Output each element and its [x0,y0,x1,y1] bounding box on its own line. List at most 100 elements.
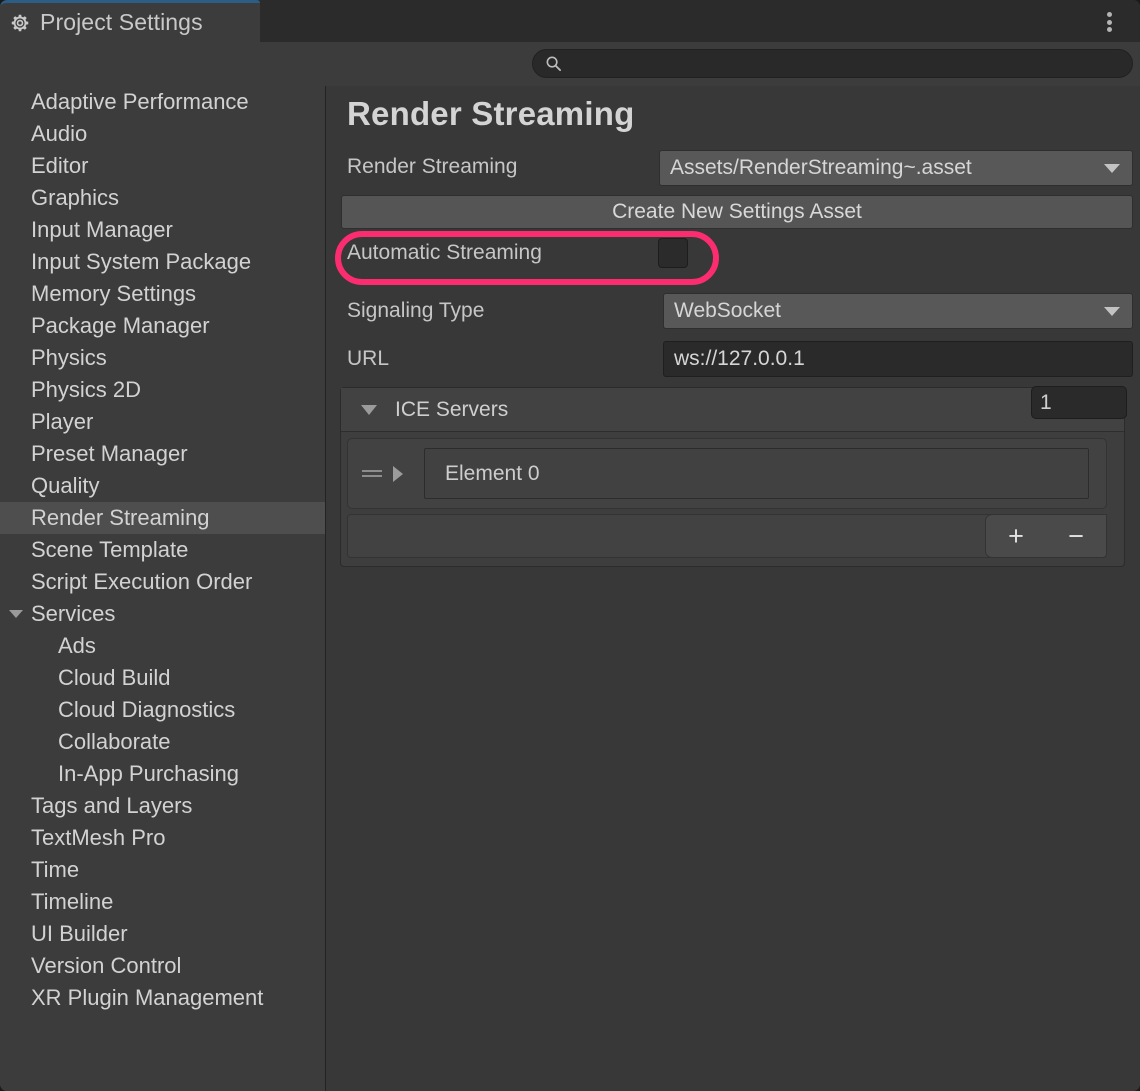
sidebar-item-cloud-build[interactable]: Cloud Build [0,662,325,694]
ice-servers-header[interactable]: ICE Servers [341,388,1124,432]
search-input[interactable] [569,55,1132,72]
sidebar-item-audio[interactable]: Audio [0,118,325,150]
sidebar-item-label: Package Manager [0,315,210,337]
sidebar-item-time[interactable]: Time [0,854,325,886]
sidebar-item-package-manager[interactable]: Package Manager [0,310,325,342]
sidebar-item-label: Input Manager [0,219,173,241]
kebab-dot [1107,20,1112,25]
sidebar-item-label: Adaptive Performance [0,91,249,113]
project-settings-window: Project Settings Adaptive Performance Aud… [0,0,1140,1091]
sidebar-item-graphics[interactable]: Graphics [0,182,325,214]
chevron-right-icon[interactable] [393,466,403,482]
sidebar-item-label: Graphics [0,187,119,209]
sidebar-item-memory-settings[interactable]: Memory Settings [0,278,325,310]
chevron-down-icon [1104,164,1120,173]
remove-element-button[interactable]: − [1068,523,1084,550]
tab-label: Project Settings [40,9,203,36]
automatic-streaming-checkbox[interactable] [658,238,688,268]
sidebar-item-xr-plugin-management[interactable]: XR Plugin Management [0,982,325,1014]
sidebar-item-version-control[interactable]: Version Control [0,950,325,982]
ice-servers-label: ICE Servers [395,398,508,422]
url-label: URL [347,347,389,371]
sidebar-item-label: Physics [0,347,107,369]
render-streaming-asset-row: Render Streaming Assets/RenderStreaming~… [327,148,1140,186]
create-new-settings-asset-button[interactable]: Create New Settings Asset [341,195,1133,229]
settings-content-panel: Render Streaming Render Streaming Assets… [327,86,1140,1091]
render-streaming-asset-label: Render Streaming [347,155,517,179]
sidebar-item-input-manager[interactable]: Input Manager [0,214,325,246]
url-input[interactable]: ws://127.0.0.1 [663,341,1133,377]
sidebar-item-label: Scene Template [0,539,188,561]
search-icon [545,55,562,72]
automatic-streaming-row: Automatic Streaming [327,234,1140,272]
ice-servers-body: Element 0 [347,438,1107,509]
render-streaming-asset-value: Assets/RenderStreaming~.asset [670,156,972,180]
gear-icon [9,12,31,34]
sidebar-item-label: Quality [0,475,99,497]
sidebar-item-collaborate[interactable]: Collaborate [0,726,325,758]
drag-handle-icon[interactable] [362,467,382,480]
sidebar-item-label: Audio [0,123,87,145]
sidebar-item-scene-template[interactable]: Scene Template [0,534,325,566]
tab-strip: Project Settings [0,0,1140,42]
sidebar-item-input-system-package[interactable]: Input System Package [0,246,325,278]
sidebar-item-label: Collaborate [0,731,171,753]
settings-sidebar[interactable]: Adaptive Performance Audio Editor Graphics I… [0,86,326,1091]
sidebar-item-ui-builder[interactable]: UI Builder [0,918,325,950]
signaling-type-label: Signaling Type [347,299,484,323]
chevron-down-icon[interactable] [361,405,377,415]
signaling-type-dropdown[interactable]: WebSocket [663,293,1133,329]
sidebar-item-services[interactable]: Services [0,598,325,630]
sidebar-item-textmesh-pro[interactable]: TextMesh Pro [0,822,325,854]
sidebar-item-cloud-diagnostics[interactable]: Cloud Diagnostics [0,694,325,726]
chevron-down-icon[interactable] [9,610,23,618]
sidebar-item-label: Input System Package [0,251,251,273]
sidebar-item-label: In-App Purchasing [0,763,239,785]
sidebar-item-ads[interactable]: Ads [0,630,325,662]
add-element-button[interactable]: + [1008,523,1024,550]
sidebar-item-player[interactable]: Player [0,406,325,438]
sidebar-item-label: Preset Manager [0,443,188,465]
ice-servers-footer: + − [347,514,1107,558]
sidebar-item-script-execution-order[interactable]: Script Execution Order [0,566,325,598]
search-field[interactable] [532,49,1133,78]
ice-servers-list: ICE Servers Element 0 + − [340,387,1125,567]
sidebar-item-label: Memory Settings [0,283,196,305]
list-item[interactable]: Element 0 [348,439,1106,508]
kebab-dot [1107,27,1112,32]
sidebar-item-label: Editor [0,155,88,177]
ice-server-element-label[interactable]: Element 0 [424,448,1089,499]
kebab-menu-icon[interactable] [1098,9,1120,35]
render-streaming-asset-dropdown[interactable]: Assets/RenderStreaming~.asset [659,150,1133,186]
sidebar-item-physics-2d[interactable]: Physics 2D [0,374,325,406]
sidebar-item-label: UI Builder [0,923,128,945]
sidebar-item-label: Tags and Layers [0,795,192,817]
signaling-type-row: Signaling Type WebSocket [327,292,1140,330]
page-title: Render Streaming [347,95,634,133]
sidebar-item-label: Script Execution Order [0,571,252,593]
tab-project-settings[interactable]: Project Settings [0,0,260,42]
sidebar-item-tags-and-layers[interactable]: Tags and Layers [0,790,325,822]
sidebar-item-label: Cloud Build [0,667,171,689]
sidebar-item-physics[interactable]: Physics [0,342,325,374]
url-row: URL ws://127.0.0.1 [327,340,1140,378]
sidebar-item-adaptive-performance[interactable]: Adaptive Performance [0,86,325,118]
sidebar-item-editor[interactable]: Editor [0,150,325,182]
sidebar-item-label: Version Control [0,955,181,977]
sidebar-item-render-streaming[interactable]: Render Streaming [0,502,325,534]
sidebar-item-label: Timeline [0,891,113,913]
sidebar-item-label: Render Streaming [0,507,210,529]
toolbar [0,42,1140,86]
sidebar-item-quality[interactable]: Quality [0,470,325,502]
sidebar-item-label: Physics 2D [0,379,141,401]
automatic-streaming-label: Automatic Streaming [347,241,542,265]
sidebar-item-preset-manager[interactable]: Preset Manager [0,438,325,470]
sidebar-item-label: Ads [0,635,96,657]
kebab-dot [1107,12,1112,17]
signaling-type-value: WebSocket [674,299,781,323]
ice-servers-size-input[interactable]: 1 [1031,386,1127,419]
sidebar-item-label: Cloud Diagnostics [0,699,235,721]
sidebar-item-in-app-purchasing[interactable]: In-App Purchasing [0,758,325,790]
sidebar-item-timeline[interactable]: Timeline [0,886,325,918]
sidebar-item-label: Player [0,411,93,433]
